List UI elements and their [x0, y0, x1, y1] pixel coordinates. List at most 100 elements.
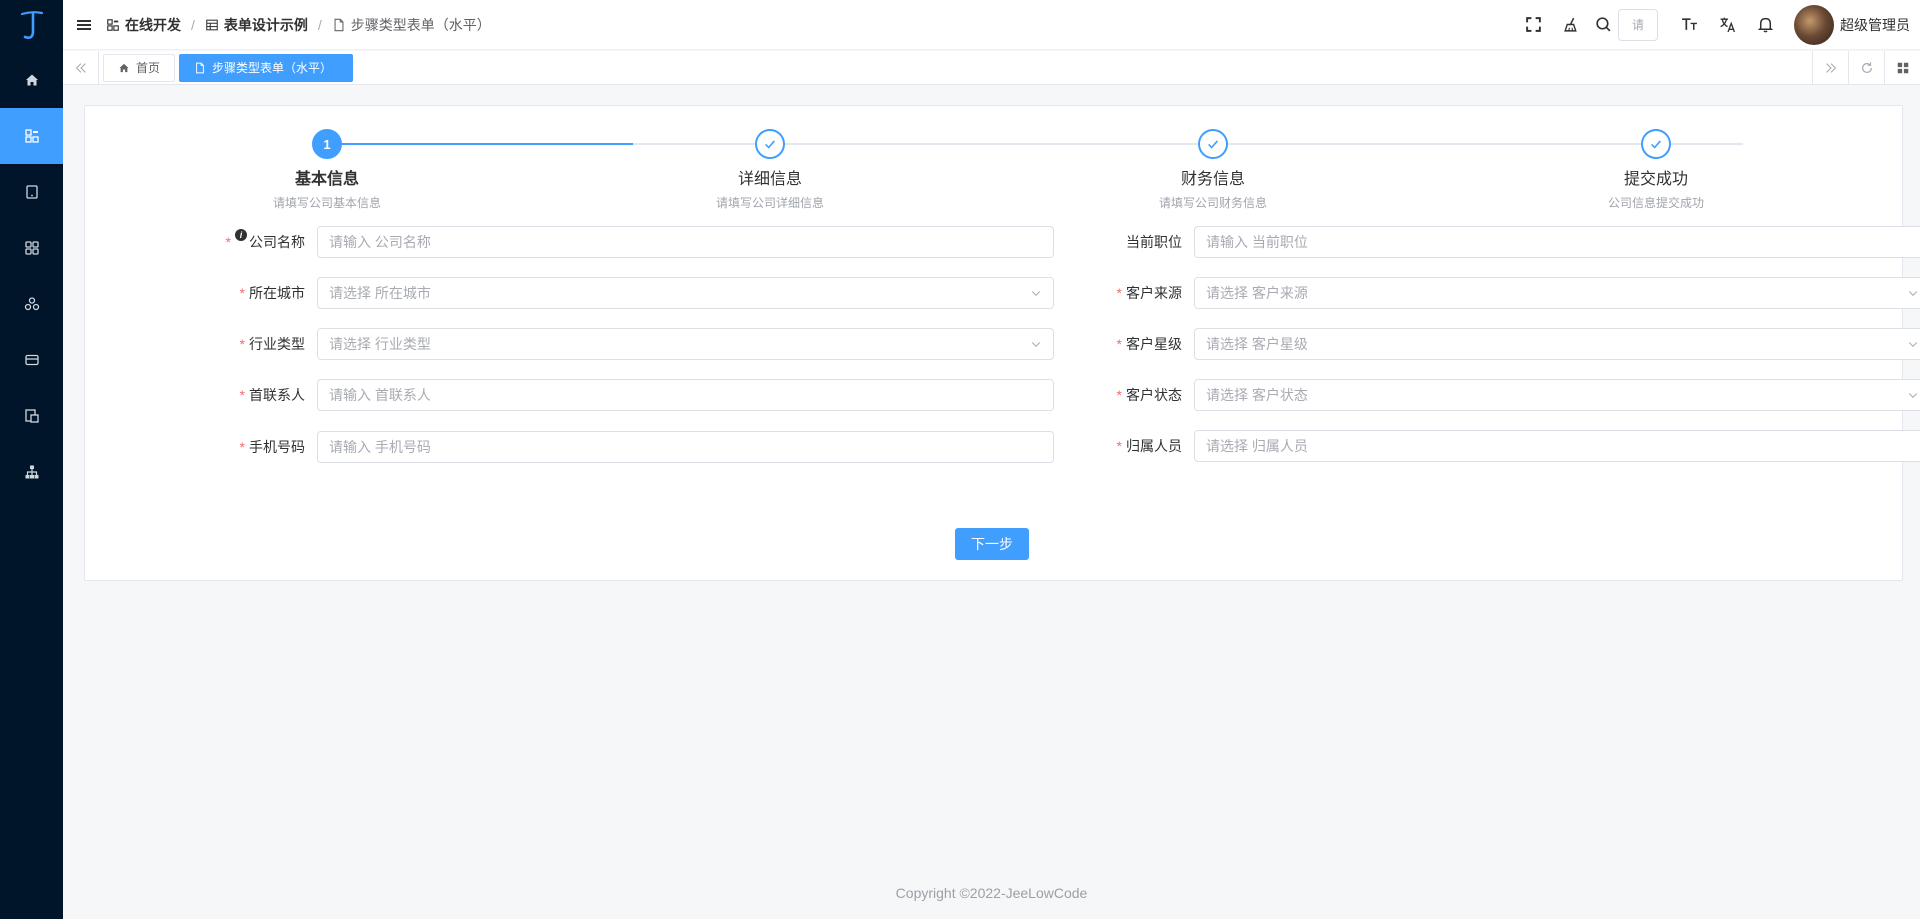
home-icon: [25, 74, 38, 86]
required-mark: *: [239, 336, 245, 352]
tabs-scroll-left-button[interactable]: [63, 50, 99, 85]
step-done-marker: [1198, 129, 1228, 159]
breadcrumb-label: 在线开发: [125, 16, 181, 33]
form-row-status: * 客户状态 请选择 客户状态: [1034, 379, 1920, 411]
menu-toggle-icon[interactable]: [76, 17, 92, 33]
form-row-owner: * 归属人员 请选择 归属人员: [1034, 430, 1920, 462]
step-description: 请填写公司财务信息: [1158, 196, 1267, 210]
info-icon[interactable]: i: [235, 229, 247, 241]
field-label: * 所在城市: [239, 285, 305, 301]
org-tree-icon: [25, 465, 38, 479]
check-icon: [1651, 140, 1661, 149]
field-label: * 首联系人: [239, 387, 305, 403]
next-step-button[interactable]: 下一步: [955, 528, 1029, 560]
breadcrumb-item[interactable]: 表单设计示例: [205, 15, 308, 35]
owner-select[interactable]: 请选择 归属人员: [1194, 430, 1920, 462]
tabs-scroll-right-button[interactable]: [1812, 50, 1848, 85]
tab-menu-button[interactable]: [1884, 50, 1920, 85]
step-title: 提交成功: [1623, 171, 1688, 188]
field-label: * 客户来源: [1116, 285, 1182, 301]
tab-home[interactable]: 首页: [103, 53, 176, 82]
avatar[interactable]: [1794, 4, 1834, 45]
fullscreen-button[interactable]: [1514, 0, 1552, 50]
tab-step-form[interactable]: 步骤类型表单（水平）: [179, 53, 354, 82]
required-mark: *: [1116, 285, 1122, 301]
city-select[interactable]: 请选择 所在城市: [317, 277, 1054, 309]
form-row-star: * 客户星级 请选择 客户星级: [1034, 328, 1920, 360]
search-button[interactable]: [1590, 0, 1616, 50]
translate-icon: [1719, 17, 1735, 33]
bell-icon: [1757, 17, 1773, 33]
font-size-button[interactable]: [1670, 0, 1708, 50]
field-label: * 客户星级: [1116, 336, 1182, 352]
document-icon: [334, 18, 344, 31]
form-row-industry: * 行业类型 请选择 行业类型: [157, 328, 1054, 360]
modules-icon: [24, 241, 39, 255]
sidebar-item-org[interactable]: [0, 444, 63, 500]
refresh-tab-button[interactable]: [1848, 50, 1884, 85]
chevron-down-icon: [1908, 393, 1918, 398]
check-icon: [765, 140, 775, 149]
form-row-source: * 客户来源 请选择 客户来源: [1034, 277, 1920, 309]
breadcrumb-label: 步骤类型表单（水平）: [350, 16, 491, 33]
notification-button[interactable]: [1746, 0, 1784, 50]
double-chevron-right-icon: [1825, 62, 1836, 73]
language-button[interactable]: [1708, 0, 1746, 50]
breadcrumb-label: 表单设计示例: [223, 16, 308, 33]
field-label: * 归属人员: [1116, 438, 1182, 454]
footer-copyright: Copyright ©2022-JeeLowCode: [895, 885, 1088, 901]
sidebar-item-modules[interactable]: [0, 220, 63, 276]
breadcrumb: 在线开发 / 表单设计示例 / 步骤类型表单（水平）: [106, 15, 491, 35]
double-chevron-left-icon: [75, 62, 86, 73]
phone-input[interactable]: 请输入 手机号码: [317, 431, 1054, 463]
step-number: 1: [312, 129, 342, 159]
form-row-city: * 所在城市 请选择 所在城市: [157, 277, 1054, 309]
table-icon: [206, 19, 218, 30]
step-description: 请填写公司详细信息: [715, 196, 824, 210]
top-header: 在线开发 / 表单设计示例 / 步骤类型表单（水平） 请 超级管理员: [63, 0, 1920, 50]
chevron-down-icon: [1908, 291, 1918, 296]
sidebar-item-online-dev[interactable]: [0, 108, 63, 164]
status-select[interactable]: 请选择 客户状态: [1194, 379, 1920, 411]
sidebar: [0, 0, 63, 919]
document-icon: [196, 62, 204, 73]
sidebar-item-cluster[interactable]: [0, 276, 63, 332]
username: 超级管理员: [1840, 16, 1910, 33]
check-icon: [1208, 140, 1218, 149]
logo-icon: [20, 11, 43, 40]
grid-apps-icon: [107, 18, 119, 31]
user-menu[interactable]: 超级管理员: [1794, 4, 1910, 45]
sidebar-item-card[interactable]: [0, 332, 63, 388]
source-select[interactable]: 请选择 客户来源: [1194, 277, 1920, 309]
star-level-select[interactable]: 请选择 客户星级: [1194, 328, 1920, 360]
field-label: * 行业类型: [239, 336, 305, 352]
tab-bar: 首页 步骤类型表单（水平）: [63, 50, 1920, 85]
steps-bar: 1 基本信息 请填写公司基本信息 详细信息 请填写公司详细信息 财务信息 请填写…: [85, 123, 1902, 213]
app-logo[interactable]: [0, 0, 63, 52]
step-title: 基本信息: [294, 171, 359, 188]
files-icon: [24, 409, 39, 423]
step-1: 1 基本信息 请填写公司基本信息: [217, 123, 437, 211]
step-4: 提交成功 公司信息提交成功: [1546, 123, 1766, 211]
step-description: 请填写公司基本信息: [272, 196, 381, 210]
required-mark: *: [1116, 438, 1122, 454]
tab-label: 步骤类型表单（水平）: [212, 61, 333, 75]
step-3: 财务信息 请填写公司财务信息: [1103, 123, 1323, 211]
step-2: 详细信息 请填写公司详细信息: [660, 123, 880, 211]
industry-select[interactable]: 请选择 行业类型: [317, 328, 1054, 360]
contact-input[interactable]: 请输入 首联系人: [317, 379, 1054, 411]
search-input[interactable]: 请: [1618, 8, 1658, 41]
position-input[interactable]: 请输入 当前职位: [1194, 226, 1920, 258]
clear-cache-button[interactable]: [1552, 0, 1590, 50]
company-name-input[interactable]: 请输入 公司名称: [317, 226, 1054, 258]
field-label: * i 公司名称: [225, 229, 305, 250]
sidebar-item-files[interactable]: [0, 388, 63, 444]
step-done-marker: [755, 129, 785, 159]
grid-menu-icon: [1897, 62, 1908, 73]
sidebar-item-tablet[interactable]: [0, 164, 63, 220]
search-icon: [1595, 17, 1610, 32]
step-description: 公司信息提交成功: [1607, 196, 1704, 210]
required-mark: *: [239, 387, 245, 403]
breadcrumb-item[interactable]: 在线开发: [106, 15, 181, 35]
sidebar-item-home[interactable]: [0, 52, 63, 108]
